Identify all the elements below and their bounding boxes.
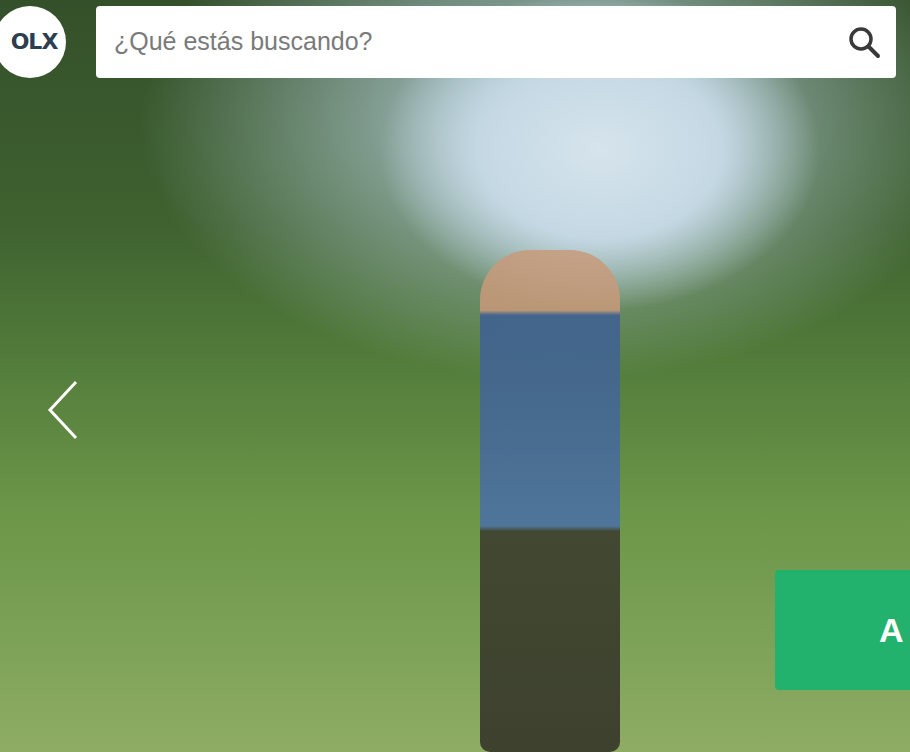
carousel-prev-button[interactable]: [44, 378, 84, 442]
search-bar: [96, 6, 896, 78]
olx-logo[interactable]: OLX: [0, 6, 66, 78]
hero-photo: [480, 250, 620, 752]
hero-banner: OLX A: [0, 0, 910, 752]
search-icon[interactable]: [846, 24, 882, 60]
cta-button[interactable]: A: [775, 570, 910, 690]
chevron-left-icon[interactable]: [44, 378, 84, 442]
logo-text[interactable]: OLX: [11, 31, 58, 53]
search-input[interactable]: [114, 9, 836, 75]
cta-label[interactable]: A: [879, 605, 904, 656]
